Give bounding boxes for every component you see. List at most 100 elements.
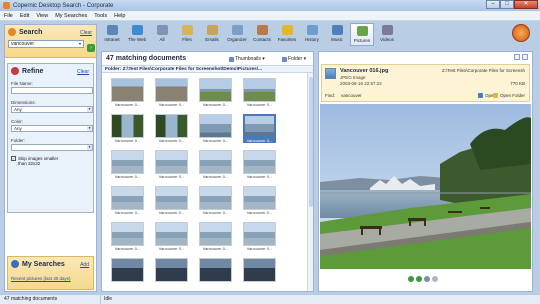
thumbnail-item[interactable]: Vancouver 0... [243, 150, 276, 180]
thumbnail-image[interactable] [155, 186, 188, 210]
thumbnail-image[interactable] [155, 258, 188, 282]
thumbnail-image[interactable] [111, 150, 144, 174]
thumbnail-item[interactable]: Vancouver 0... [199, 114, 232, 144]
thumbnail-item[interactable]: Vancouver 0... [243, 78, 276, 108]
thumbnail-image[interactable] [155, 222, 188, 246]
open-folder-button[interactable]: Open Folder [492, 93, 525, 98]
sort-by-button[interactable]: Folder ▾ [282, 56, 306, 62]
menu-edit[interactable]: Edit [20, 13, 29, 19]
maximize-button[interactable]: □ [500, 0, 514, 9]
thumbnail-image[interactable] [199, 222, 232, 246]
thumbnail-image[interactable] [111, 114, 144, 138]
menu-view[interactable]: View [36, 13, 48, 19]
menu-tools[interactable]: Tools [94, 13, 107, 19]
menu-my-searches[interactable]: My Searches [55, 13, 87, 19]
toolbar-music-button[interactable]: Music [325, 23, 349, 46]
thumbnail-item[interactable]: Vancouver 0... [155, 78, 188, 108]
chevron-down-icon[interactable]: ▾ [87, 107, 92, 112]
minimize-button[interactable]: – [486, 0, 500, 9]
toolbar-intranet-button[interactable]: Intranet [100, 23, 124, 46]
preview-option-icon[interactable] [514, 54, 520, 60]
thumbnail-item[interactable]: Vancouver 0... [199, 186, 232, 216]
thumbnail-item[interactable]: Vancouver 0... [199, 78, 232, 108]
toolbar-favorites-button[interactable]: Favorites [275, 23, 299, 46]
folder-group-header[interactable]: Folder: Z:\Test Files\Corporate Files fo… [102, 65, 313, 73]
thumbnail-image[interactable] [155, 78, 188, 102]
thumbnail-image[interactable] [243, 186, 276, 210]
thumbnail-image[interactable] [199, 258, 232, 282]
thumbnail-image[interactable] [111, 258, 144, 282]
close-button[interactable]: ✕ [514, 0, 538, 9]
thumbnail-item[interactable]: Vancouver 0... [199, 222, 232, 252]
thumbnail-caption: Vancouver 0... [246, 210, 273, 215]
thumbnail-image[interactable] [111, 78, 144, 102]
toolbar-history-button[interactable]: History [300, 23, 324, 46]
preview-find-field[interactable]: vancouver [341, 93, 362, 98]
toolbar-emails-button[interactable]: Emails [200, 23, 224, 46]
thumbnail-image[interactable] [243, 258, 276, 282]
thumbnail-image[interactable] [243, 222, 276, 246]
previous-icon[interactable] [408, 276, 414, 282]
toolbar-contacts-button[interactable]: Contacts [250, 23, 274, 46]
thumbnail-image[interactable] [243, 78, 276, 102]
thumbnail-image[interactable] [199, 186, 232, 210]
toolbar-the-web-button[interactable]: The Web [125, 23, 149, 46]
thumbnail-image[interactable] [155, 150, 188, 174]
thumbnail-image[interactable] [199, 114, 232, 138]
menu-file[interactable]: File [4, 13, 13, 19]
thumbnail-image[interactable] [111, 222, 144, 246]
thumbnail-item[interactable]: Vancouver 0... [111, 114, 144, 144]
folder-field[interactable]: ▾ [11, 144, 93, 151]
thumbnail-image[interactable] [243, 150, 276, 174]
toolbar-videos-button[interactable]: Videos [375, 23, 399, 46]
chevron-down-icon[interactable]: ▾ [77, 41, 83, 47]
toolbar-pictures-button[interactable]: Pictures [350, 23, 374, 46]
thumbnail-item[interactable]: Vancouver 0... [155, 186, 188, 216]
skip-small-images-checkbox[interactable]: ✓ [11, 156, 16, 161]
recent-pictures-link[interactable]: Recent pictures (last 30 days) [11, 276, 90, 281]
thumbnail-item[interactable]: Vancouver 0... [111, 78, 144, 108]
menu-help[interactable]: Help [114, 13, 125, 19]
thumbnail-item[interactable]: Vancouver 0... [111, 150, 144, 180]
thumbnail-item[interactable]: Vancouver 0... [243, 222, 276, 252]
thumbnail-image[interactable] [199, 78, 232, 102]
preview-close-icon[interactable] [522, 54, 528, 60]
preview-controls [408, 276, 440, 282]
thumbnail-item[interactable] [199, 258, 232, 288]
search-clear-link[interactable]: Clear [80, 30, 92, 36]
rotate-icon[interactable] [432, 276, 438, 282]
filename-field[interactable] [11, 87, 93, 94]
thumbnail-item[interactable] [111, 258, 144, 288]
view-mode-button[interactable]: Thumbnails ▾ [229, 56, 265, 62]
thumbnail-item[interactable]: Vancouver 0... [243, 114, 276, 144]
thumbnail-item[interactable]: Vancouver 0... [155, 150, 188, 180]
search-go-button[interactable]: › [87, 44, 95, 52]
thumbnail-item[interactable]: Vancouver 0... [199, 150, 232, 180]
toolbar-organizer-button[interactable]: Organizer [225, 23, 249, 46]
zoom-icon[interactable] [424, 276, 430, 282]
results-scrollbar[interactable] [307, 73, 313, 291]
dimensions-select[interactable]: Any ▾ [11, 106, 93, 113]
thumbnail-image[interactable] [111, 186, 144, 210]
thumbnail-image[interactable] [155, 114, 188, 138]
thumbnail-item[interactable]: Vancouver 0... [155, 114, 188, 144]
chevron-down-icon[interactable]: ▾ [87, 145, 92, 150]
refine-clear-link[interactable]: Clear [77, 69, 89, 75]
my-searches-add-link[interactable]: Add [80, 262, 89, 268]
thumbnail-item[interactable] [155, 258, 188, 288]
intranet-icon [106, 25, 118, 35]
thumbnail-image[interactable] [243, 114, 276, 138]
toolbar-files-button[interactable]: Files [175, 23, 199, 46]
next-icon[interactable] [416, 276, 422, 282]
thumbnail-item[interactable]: Vancouver 0... [111, 186, 144, 216]
thumbnail-item[interactable] [243, 258, 276, 288]
color-select[interactable]: Any ▾ [11, 125, 93, 132]
chevron-down-icon[interactable]: ▾ [87, 126, 92, 131]
thumbnail-item[interactable]: Vancouver 0... [243, 186, 276, 216]
thumbnail-image[interactable] [199, 150, 232, 174]
search-input[interactable]: vancouver ▾ [8, 40, 84, 48]
toolbar-all-button[interactable]: All [150, 23, 174, 46]
scrollbar-thumb[interactable] [309, 77, 313, 207]
thumbnail-item[interactable]: Vancouver 0... [155, 222, 188, 252]
thumbnail-item[interactable]: Vancouver 0... [111, 222, 144, 252]
